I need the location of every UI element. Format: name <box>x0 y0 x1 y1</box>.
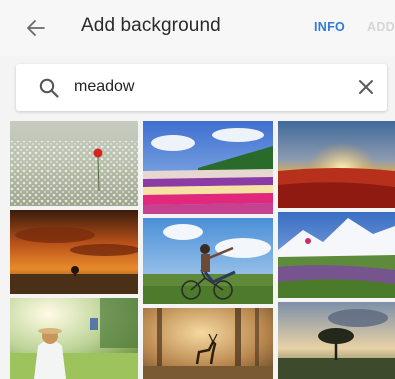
search-input[interactable] <box>74 73 334 101</box>
image-grid <box>0 118 395 379</box>
image-tile-fiery-sunset[interactable] <box>10 210 138 294</box>
back-arrow-icon[interactable] <box>24 16 48 40</box>
image-tile-man-on-bicycle[interactable] <box>143 218 273 304</box>
info-button[interactable]: INFO <box>314 20 345 34</box>
search-bar <box>16 64 387 111</box>
image-tile-tulip-fields[interactable] <box>143 121 273 214</box>
search-icon <box>39 78 59 98</box>
image-tile-sunset-poppies[interactable] <box>278 121 395 208</box>
image-tile-deer-in-forest[interactable] <box>143 308 273 379</box>
image-tile-lone-tree-sunrise[interactable] <box>278 302 395 379</box>
close-icon[interactable] <box>356 77 376 97</box>
image-tile-girl-in-meadow[interactable] <box>10 298 138 379</box>
add-button[interactable]: ADD <box>367 20 395 34</box>
image-tile-snowy-mountains[interactable] <box>278 212 395 298</box>
page-title: Add background <box>81 15 221 36</box>
app-bar: Add background INFO ADD <box>0 0 395 56</box>
image-tile-white-flowers[interactable] <box>10 121 138 206</box>
